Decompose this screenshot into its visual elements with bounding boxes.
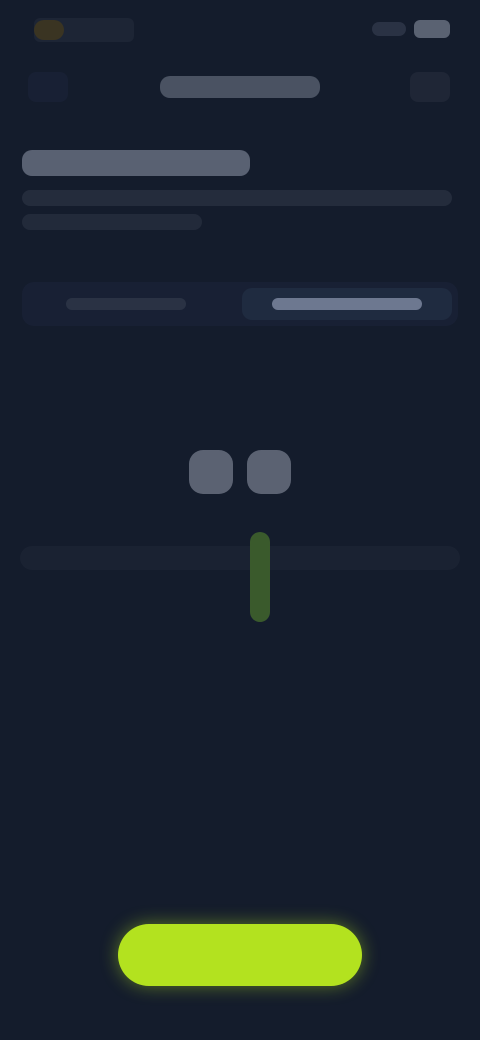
status-icons: [372, 20, 450, 38]
ruler-needle[interactable]: [250, 532, 270, 622]
unit-option-2-label: [272, 298, 422, 310]
nav-bar: [0, 62, 480, 112]
unit-option-1-label: [66, 298, 186, 310]
help-button[interactable]: [410, 72, 450, 102]
unit-option-1[interactable]: [28, 288, 224, 320]
page-description: [22, 190, 452, 206]
back-button[interactable]: [28, 72, 68, 102]
page-description-line-2: [22, 214, 202, 230]
value-digit-2: [247, 450, 291, 494]
continue-button[interactable]: [118, 924, 362, 986]
status-indicator: [34, 20, 64, 40]
unit-option-2[interactable]: [242, 288, 452, 320]
battery-icon: [414, 20, 450, 38]
signal-icon: [372, 22, 406, 36]
ruler-track[interactable]: [20, 546, 460, 570]
value-display: [180, 448, 300, 496]
value-ruler[interactable]: [20, 532, 460, 622]
status-bar: [0, 0, 480, 60]
value-digit-1: [189, 450, 233, 494]
nav-title: [160, 76, 320, 98]
unit-toggle: [22, 282, 458, 326]
page-heading: [22, 150, 250, 176]
